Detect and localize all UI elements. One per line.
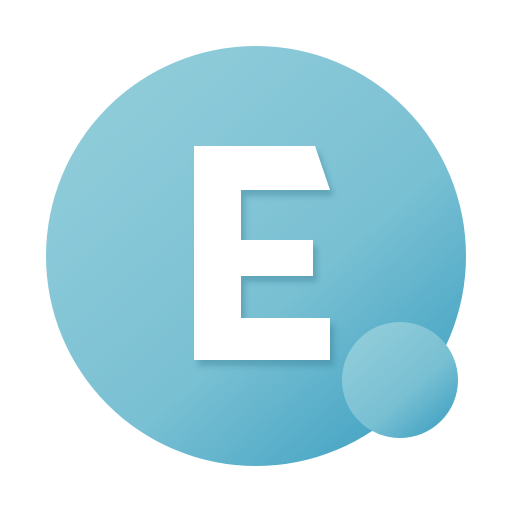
letter-e-glyph (194, 146, 330, 360)
e-speech-bubble-logo-icon (46, 46, 466, 466)
app-icon-canvas: E (0, 0, 512, 512)
